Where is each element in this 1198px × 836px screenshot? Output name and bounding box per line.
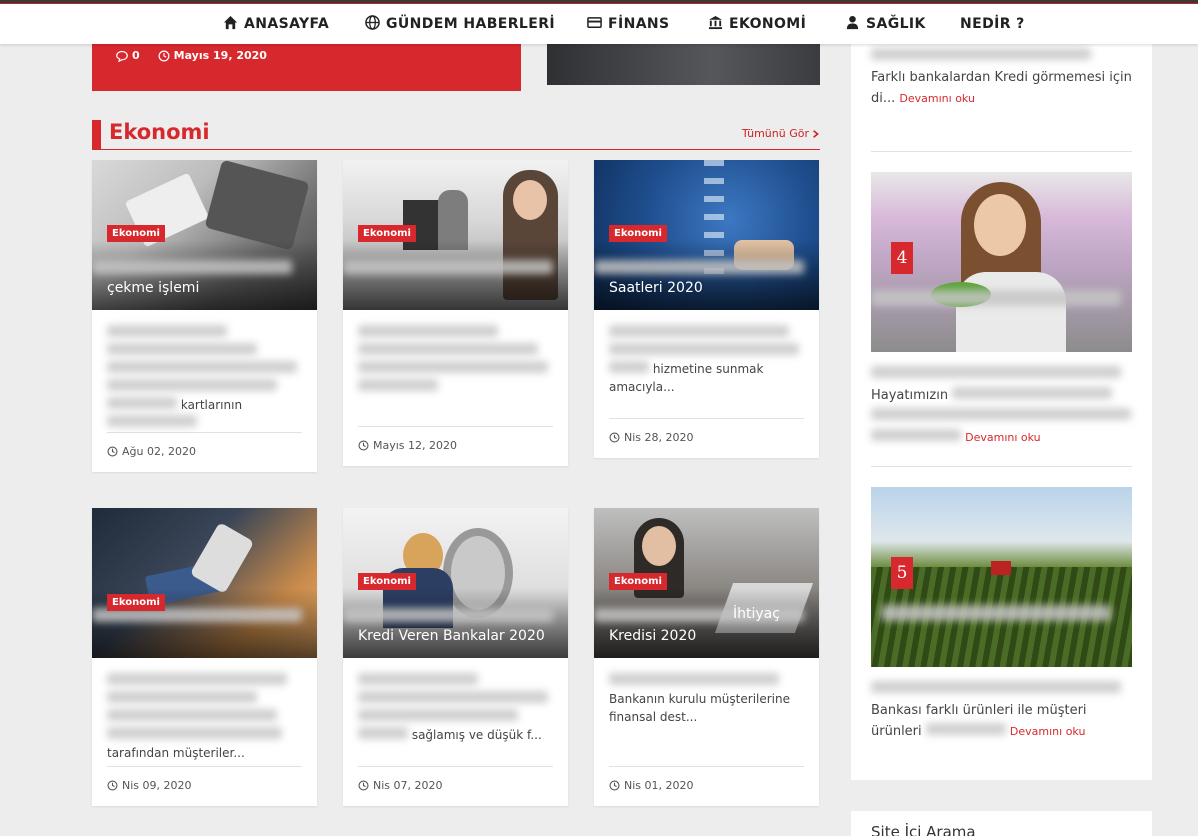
widget-title: Site İçi Arama	[871, 823, 976, 836]
clock-icon	[358, 440, 369, 451]
post-date: Mayıs 12, 2020	[343, 427, 568, 466]
nav-item-finans[interactable]: FİNANS	[587, 4, 670, 44]
chevron-right-icon	[813, 129, 819, 138]
post-date: Mayıs 19, 2020	[158, 49, 267, 62]
post-card[interactable]: Ekonomi çekme işlemi kartlarının Ağu 02,…	[92, 160, 317, 472]
post-excerpt: Bankanın kurulu müşterilerine finansal d…	[594, 658, 819, 774]
read-more-link[interactable]: Devamını oku	[965, 431, 1041, 444]
post-excerpt	[343, 310, 568, 426]
post-date: Nis 01, 2020	[594, 767, 819, 806]
sidebar-post-5[interactable]: 5 Bankası farklı ürünleri ile müşteri ür…	[871, 487, 1132, 742]
read-more-link[interactable]: Devamını oku	[899, 92, 975, 105]
rank-badge: 4	[891, 242, 913, 274]
home-icon	[223, 15, 238, 34]
post-date: Ağu 02, 2020	[92, 433, 317, 472]
doctor-icon	[845, 15, 860, 34]
post-image[interactable]: Ekonomi Kredi Veren Bankalar 2020	[343, 508, 568, 658]
read-more-link[interactable]: Devamını oku	[1010, 725, 1086, 738]
nav-label: GÜNDEM HABERLERİ	[386, 16, 556, 32]
clock-icon	[609, 780, 620, 791]
clock-icon	[107, 446, 118, 457]
nav-label: NEDİR ?	[960, 16, 1025, 32]
credit-card-icon	[587, 15, 602, 34]
section-accent-bar	[92, 120, 101, 150]
nav-label: SAĞLIK	[866, 16, 926, 32]
sidebar-post-3[interactable]: Farklı bankalardan Kredi görmemesi için …	[871, 44, 1132, 109]
post-date: Nis 28, 2020	[594, 419, 819, 458]
nav-item-gundem[interactable]: GÜNDEM HABERLERİ	[365, 4, 555, 44]
clock-icon	[158, 50, 170, 61]
post-card[interactable]: Ekonomi Mayıs 12, 2020	[343, 160, 568, 466]
post-title[interactable]: Kredisi 2020	[609, 628, 696, 644]
post-date: Nis 07, 2020	[343, 767, 568, 806]
nav-label: EKONOMİ	[729, 16, 807, 32]
category-badge[interactable]: Ekonomi	[107, 594, 165, 611]
see-all-label: Tümünü Gör	[741, 127, 809, 140]
nav-item-ekonomi[interactable]: EKONOMİ	[708, 4, 806, 44]
post-excerpt: kartlarının	[92, 310, 317, 432]
site-search-widget: Site İçi Arama	[851, 811, 1152, 836]
post-card[interactable]: Ekonomi İhtiyaç Kredisi 2020 Bankanın ku…	[594, 508, 819, 806]
section-header: Ekonomi Tümünü Gör	[92, 120, 820, 150]
post-title[interactable]: Saatleri 2020	[609, 280, 703, 296]
post-excerpt: hizmetine sunmak amacıyla...	[594, 310, 819, 426]
sidebar-post-image[interactable]: 4	[871, 172, 1132, 352]
clock-icon	[107, 780, 118, 791]
comment-icon	[116, 50, 128, 62]
nav-label: FİNANS	[608, 16, 670, 32]
clock-icon	[358, 780, 369, 791]
comment-count: 0	[116, 49, 140, 62]
post-image[interactable]: Ekonomi İhtiyaç Kredisi 2020	[594, 508, 819, 658]
post-card[interactable]: Ekonomi Kredi Veren Bankalar 2020 sağlam…	[343, 508, 568, 806]
post-date: Nis 09, 2020	[92, 767, 317, 806]
post-card[interactable]: Ekonomi Saatleri 2020 hizmetine sunmak a…	[594, 160, 819, 458]
post-title[interactable]: Kredi Veren Bankalar 2020	[358, 628, 545, 644]
sidebar-excerpt: Hayatımızın	[871, 388, 949, 403]
nav-item-nedir[interactable]: NEDİR ?	[960, 4, 1025, 44]
post-image[interactable]: Ekonomi	[92, 508, 317, 658]
post-excerpt: sağlamış ve düşük f...	[343, 658, 568, 774]
nav-item-anasayfa[interactable]: ANASAYFA	[223, 4, 329, 44]
featured-post-image[interactable]	[547, 44, 820, 85]
post-meta: 0 Mayıs 19, 2020	[116, 49, 267, 62]
clock-icon	[609, 432, 620, 443]
section-title: Ekonomi	[109, 120, 210, 144]
globe-icon	[365, 14, 380, 34]
post-image[interactable]: Ekonomi	[343, 160, 568, 310]
featured-post-card[interactable]: 0 Mayıs 19, 2020	[92, 44, 521, 91]
post-title[interactable]: çekme işlemi	[107, 280, 199, 296]
post-excerpt: tarafından müşteriler...	[92, 658, 317, 774]
post-title-extra[interactable]: İhtiyaç	[733, 606, 780, 622]
nav-label: ANASAYFA	[244, 16, 330, 32]
category-badge[interactable]: Ekonomi	[609, 573, 667, 590]
bank-icon	[708, 15, 723, 34]
category-badge[interactable]: Ekonomi	[358, 225, 416, 242]
post-image[interactable]: Ekonomi çekme işlemi	[92, 160, 317, 310]
main-navigation: ANASAYFA GÜNDEM HABERLERİ FİNANS EKONOMİ…	[0, 4, 1198, 44]
nav-item-saglik[interactable]: SAĞLIK	[845, 4, 926, 44]
post-card[interactable]: Ekonomi tarafından müşteriler... Nis 09,…	[92, 508, 317, 806]
sidebar-post-image[interactable]: 5	[871, 487, 1132, 667]
sidebar-popular-posts: Farklı bankalardan Kredi görmemesi için …	[851, 44, 1152, 780]
category-badge[interactable]: Ekonomi	[358, 573, 416, 590]
see-all-link[interactable]: Tümünü Gör	[742, 127, 820, 140]
rank-badge: 5	[891, 557, 913, 589]
category-badge[interactable]: Ekonomi	[609, 225, 667, 242]
category-badge[interactable]: Ekonomi	[107, 225, 165, 242]
post-image[interactable]: Ekonomi Saatleri 2020	[594, 160, 819, 310]
sidebar-post-4[interactable]: 4 Hayatımızın Devamını oku	[871, 172, 1132, 448]
